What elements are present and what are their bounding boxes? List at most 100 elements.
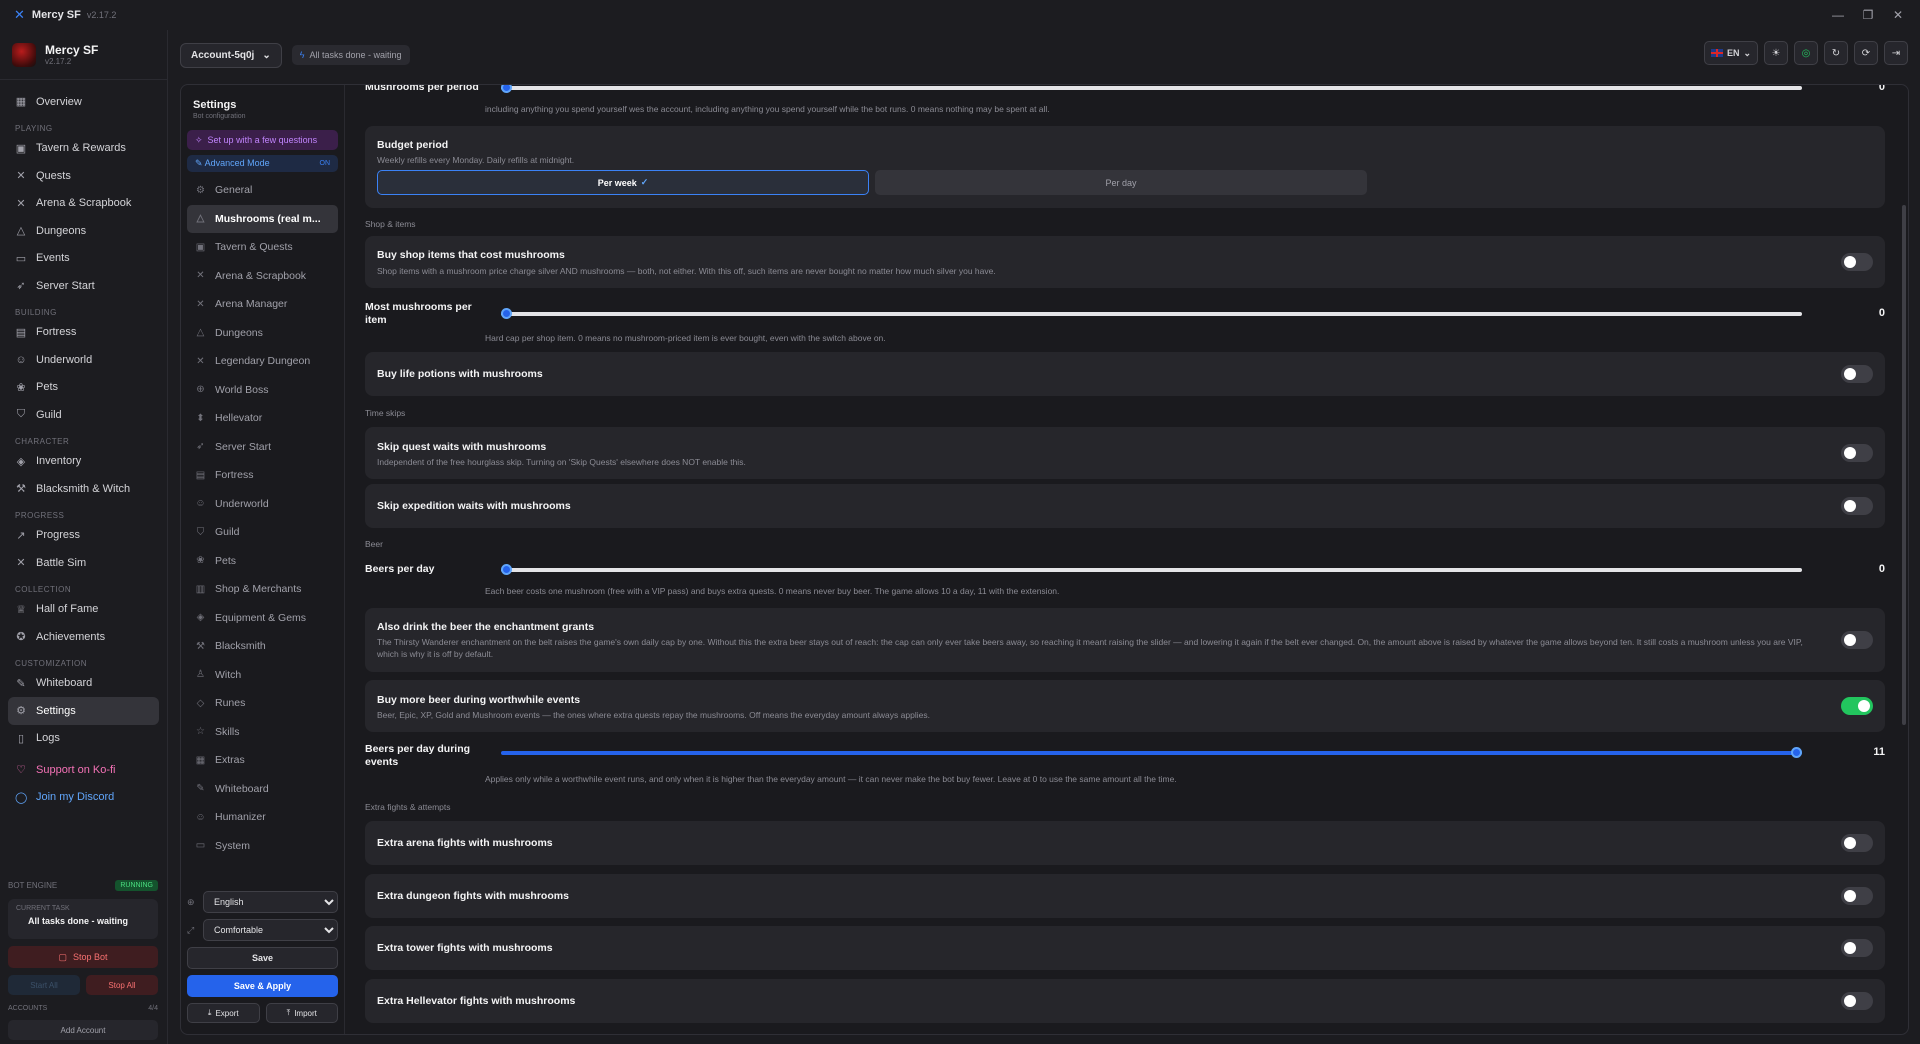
extra-hellevator-toggle[interactable] [1841,992,1873,1010]
sidebar-item-whiteboard[interactable]: ✎ Whiteboard [8,670,159,698]
language-selector[interactable]: EN ⌄ [1703,41,1758,65]
settings-nav-item[interactable]: △ Dungeons [187,319,338,348]
sidebar-item-fortress[interactable]: ▤ Fortress [8,319,159,347]
kofi-link[interactable]: ♡ Support on Ko-fi [8,756,159,784]
enchant-beer-toggle[interactable] [1841,631,1873,649]
settings-nav-item[interactable]: ✕ Arena Manager [187,290,338,319]
slider-thumb[interactable] [501,308,512,319]
settings-nav-label: World Boss [215,383,269,396]
nav-icon: ▭ [195,840,206,852]
settings-nav-item[interactable]: ⚒ Blacksmith [187,632,338,661]
slider-track[interactable] [501,751,1802,755]
trophy-icon: ♕ [16,603,26,616]
buy-more-beer-card: Buy more beer during worthwhile events B… [365,680,1885,732]
visibility-toggle-button[interactable]: ◎ [1794,41,1818,65]
sidebar-item-quests[interactable]: ✕ Quests [8,162,159,190]
setup-wizard-button[interactable]: ✧ Set up with a few questions [187,130,338,150]
restore-icon[interactable]: ❐ [1860,8,1876,22]
sidebar-item-underworld[interactable]: ☺ Underworld [8,346,159,374]
settings-nav-item[interactable]: ☺ Underworld [187,490,338,519]
skip-quest-toggle[interactable] [1841,444,1873,462]
import-button[interactable]: ⤒ Import [265,1003,338,1023]
sidebar-item-overview[interactable]: ▦ Overview [8,88,159,116]
extra-dungeon-toggle[interactable] [1841,887,1873,905]
stop-bot-button[interactable]: ▢ Stop Bot [8,946,158,968]
hammer-icon: ⚒ [16,483,26,496]
sidebar-item-progress[interactable]: ↗ Progress [8,522,159,550]
save-button[interactable]: Save [187,947,338,969]
medal-icon: ✪ [16,631,26,644]
scrollbar[interactable] [1902,205,1906,725]
start-all-button[interactable]: Start All [8,975,80,995]
status-badge: RUNNING [115,880,158,891]
refresh-button[interactable]: ↻ [1824,41,1848,65]
sidebar-item-events[interactable]: ▭ Events [8,245,159,273]
language-select[interactable]: English [203,891,338,913]
slider-track[interactable] [501,86,1802,90]
settings-nav-item[interactable]: ▭ System [187,832,338,861]
settings-nav-item[interactable]: ▤ Fortress [187,461,338,490]
settings-nav-item[interactable]: ✎ Whiteboard [187,775,338,804]
sidebar-item-guild[interactable]: ⛉ Guild [8,401,159,429]
slider-track[interactable] [501,568,1802,572]
skip-expedition-toggle[interactable] [1841,497,1873,515]
density-select[interactable]: Comfortable [203,919,338,941]
settings-nav-item[interactable]: ✕ Arena & Scrapbook [187,262,338,291]
settings-nav-item[interactable]: ✕ Legendary Dungeon [187,347,338,376]
sidebar-item-inventory[interactable]: ◈ Inventory [8,448,159,476]
settings-nav-item[interactable]: ▥ Shop & Merchants [187,575,338,604]
sync-button[interactable]: ⟳ [1854,41,1878,65]
life-potions-toggle[interactable] [1841,365,1873,383]
export-button[interactable]: ⤓ Export [187,1003,260,1023]
settings-nav-item[interactable]: ⚙ General [187,176,338,205]
theme-toggle-button[interactable]: ☀ [1764,41,1788,65]
advanced-mode-toggle[interactable]: ✎ Advanced Mode ON [187,155,338,172]
slider-thumb[interactable] [501,85,512,93]
settings-nav-item[interactable]: ◈ Equipment & Gems [187,604,338,633]
settings-nav-item[interactable]: ➶ Server Start [187,433,338,462]
sidebar-item-pets[interactable]: ❀ Pets [8,374,159,402]
extra-tower-toggle[interactable] [1841,939,1873,957]
settings-nav-item[interactable]: △ Mushrooms (real m... [187,204,338,233]
discord-link[interactable]: ◯ Join my Discord [8,784,159,812]
sidebar-item-arena[interactable]: ✕ Arena & Scrapbook [8,190,159,218]
settings-nav-item[interactable]: ⊕ World Boss [187,376,338,405]
settings-nav-item[interactable]: ⬍ Hellevator [187,404,338,433]
sidebar-item-tavern[interactable]: ▣ Tavern & Rewards [8,135,159,163]
sidebar-item-settings[interactable]: ⚙ Settings [8,697,159,725]
sidebar-item-logs[interactable]: ▯ Logs [8,725,159,753]
sidebar-item-battle-sim[interactable]: ✕ Battle Sim [8,549,159,577]
extra-arena-toggle[interactable] [1841,834,1873,852]
sidebar-item-achievements[interactable]: ✪ Achievements [8,623,159,651]
nav-icon: △ [196,327,205,339]
close-icon[interactable]: ✕ [1890,8,1906,22]
section-progress: PROGRESS [15,510,65,520]
settings-nav-item[interactable]: ❀ Pets [187,547,338,576]
sidebar-item-hall-of-fame[interactable]: ♕ Hall of Fame [8,596,159,624]
sidebar-item-dungeons[interactable]: △ Dungeons [8,217,159,245]
buy-more-beer-toggle[interactable] [1841,697,1873,715]
slider-thumb[interactable] [501,564,512,575]
slider-thumb[interactable] [1791,747,1802,758]
sidebar-item-blacksmith-witch[interactable]: ⚒ Blacksmith & Witch [8,475,159,503]
settings-nav-item[interactable]: ♙ Witch [187,661,338,690]
add-account-button[interactable]: Add Account [8,1020,158,1040]
minimize-icon[interactable]: — [1830,8,1846,22]
settings-nav-item[interactable]: ▣ Tavern & Quests [187,233,338,262]
slider-track[interactable] [501,312,1802,316]
sidebar-item-server-start[interactable]: ➶ Server Start [8,272,159,300]
settings-nav-item[interactable]: ▦ Extras [187,746,338,775]
per-day-option[interactable]: Per day [875,170,1367,195]
settings-nav-item[interactable]: ⛉ Guild [187,518,338,547]
sidebar: Mercy SF v2.17.2 ▦ Overview PLAYING ▣ Tave… [0,30,168,1044]
settings-nav-item[interactable]: ◇ Runes [187,689,338,718]
accounts-header[interactable]: ACCOUNTS 4/4 [8,1005,158,1012]
settings-nav-item[interactable]: ☺ Humanizer [187,803,338,832]
save-apply-button[interactable]: Save & Apply [187,975,338,997]
per-week-option[interactable]: Per week ✓ [377,170,869,195]
logout-button[interactable]: ⇥ [1884,41,1908,65]
account-selector[interactable]: Account-5q0j ⌄ [180,42,282,68]
buy-shop-items-toggle[interactable] [1841,253,1873,271]
stop-all-button[interactable]: Stop All [86,975,158,995]
settings-nav-item[interactable]: ☆ Skills [187,718,338,747]
